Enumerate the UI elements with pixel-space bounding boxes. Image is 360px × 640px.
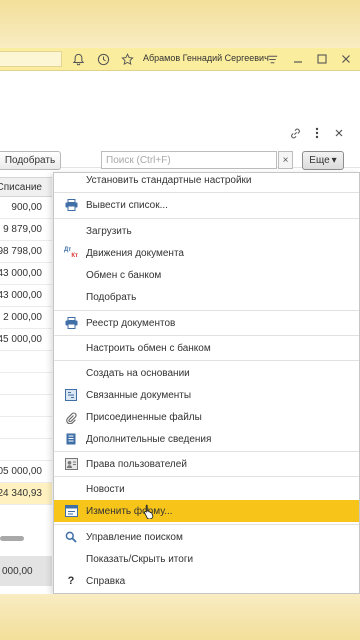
menu-item-help[interactable]: ? Справка — [54, 570, 359, 592]
table-row[interactable] — [0, 351, 52, 373]
search-clear-button[interactable]: × — [278, 151, 293, 169]
menu-separator — [54, 335, 359, 336]
menu-item-bank-exchange[interactable]: Обмен с банком — [54, 264, 359, 286]
title-bar: Абрамов Геннадий Сергеевич — [0, 48, 360, 71]
menu-item-document-registry[interactable]: Реестр документов — [54, 312, 359, 334]
menu-separator — [54, 192, 359, 193]
table-row[interactable]: 43 000,00 — [0, 263, 52, 285]
menu-item-change-form[interactable]: Изменить форму... — [54, 500, 359, 522]
link-icon[interactable] — [286, 124, 304, 142]
menu-lines-icon[interactable] — [264, 51, 280, 67]
table-row[interactable]: 05 000,00 — [0, 461, 52, 483]
user-rights-icon — [64, 457, 78, 471]
table-row[interactable]: 98 798,00 — [0, 241, 52, 263]
menu-item-label: Создать на основании — [86, 367, 190, 379]
background-top — [0, 0, 360, 48]
menu-item-label: Подобрать — [86, 291, 137, 303]
menu-item-pick[interactable]: Подобрать — [54, 286, 359, 308]
menu-item-related-documents[interactable]: Связанные документы — [54, 384, 359, 406]
menu-item-toggle-totals[interactable]: Показать/Скрыть итоги — [54, 548, 359, 570]
menu-separator — [54, 476, 359, 477]
menu-item-setup-bank-exchange[interactable]: Настроить обмен с банком — [54, 337, 359, 359]
menu-item-label: Изменить форму... — [86, 505, 173, 517]
search-icon — [64, 530, 78, 544]
mouse-pointer-icon — [143, 504, 154, 522]
star-icon[interactable] — [119, 51, 135, 67]
table-row[interactable] — [0, 439, 52, 461]
form-close-icon[interactable] — [330, 124, 348, 142]
column-header-writeoff[interactable]: Списание — [0, 177, 52, 197]
menu-item-user-rights[interactable]: Права пользователей — [54, 453, 359, 475]
history-icon[interactable] — [95, 51, 111, 67]
related-documents-icon — [64, 388, 78, 402]
horizontal-scrollbar[interactable] — [0, 536, 24, 541]
table-total: 000,00 — [0, 556, 52, 586]
menu-item-label: Управление поиском — [86, 531, 183, 543]
menu-item-create-based-on[interactable]: Создать на основании — [54, 362, 359, 384]
app-window: Абрамов Геннадий Сергеевич Подобрать × Е… — [0, 48, 360, 594]
printer-icon — [64, 198, 78, 212]
global-search-field[interactable] — [0, 51, 62, 67]
menu-item-label: Вывести список... — [86, 199, 168, 211]
menu-item-label: Установить стандартные настройки — [86, 174, 252, 186]
menu-item-label: Настроить обмен с банком — [86, 342, 211, 354]
more-button[interactable]: Еще ▾ — [302, 151, 344, 170]
menu-item-label: Движения документа — [86, 247, 184, 259]
menu-item-label: Показать/Скрыть итоги — [86, 553, 194, 565]
table-row[interactable]: 45 000,00 — [0, 329, 52, 351]
paperclip-icon — [64, 410, 78, 424]
menu-item-output-list[interactable]: Вывести список... — [54, 194, 359, 216]
menu-item-set-default-settings[interactable]: Установить стандартные настройки — [54, 173, 359, 191]
maximize-icon[interactable] — [314, 51, 330, 67]
chevron-down-icon: ▾ — [331, 155, 337, 166]
menu-item-label: Дополнительные сведения — [86, 433, 212, 445]
menu-item-label: Присоединенные файлы — [86, 411, 202, 423]
bell-icon[interactable] — [70, 51, 86, 67]
user-name[interactable]: Абрамов Геннадий Сергеевич — [143, 53, 269, 63]
menu-separator — [54, 310, 359, 311]
menu-item-label: Связанные документы — [86, 389, 192, 401]
pick-button[interactable]: Подобрать — [0, 151, 61, 170]
info-list-icon — [64, 432, 78, 446]
table-row[interactable]: 900,00 — [0, 197, 52, 219]
more-actions-menu: Установить стандартные настройки Вывести… — [53, 172, 360, 594]
debit-label: Дт — [64, 247, 72, 253]
minimize-icon[interactable] — [290, 51, 306, 67]
menu-item-news[interactable]: Новости — [54, 478, 359, 500]
printer-icon — [64, 316, 78, 330]
menu-separator — [54, 218, 359, 219]
search-input[interactable] — [101, 151, 277, 169]
table-row[interactable] — [0, 417, 52, 439]
credit-label: Кт — [71, 253, 78, 259]
menu-item-label: Реестр документов — [86, 317, 176, 329]
menu-item-label: Обмен с банком — [86, 269, 162, 281]
menu-item-label: Новости — [86, 483, 125, 495]
table-row[interactable]: 43 000,00 — [0, 285, 52, 307]
help-icon: ? — [67, 575, 75, 587]
menu-item-document-movements[interactable]: Дт Кт Движения документа — [54, 242, 359, 264]
more-button-label: Еще — [309, 155, 330, 166]
menu-item-attached-files[interactable]: Присоединенные файлы — [54, 406, 359, 428]
table-row[interactable]: 9 879,00 — [0, 219, 52, 241]
menu-item-search-management[interactable]: Управление поиском — [54, 526, 359, 548]
form-settings-icon — [64, 504, 78, 518]
menu-separator — [54, 360, 359, 361]
close-icon[interactable] — [338, 51, 354, 67]
menu-separator — [54, 451, 359, 452]
menu-item-label: Справка — [86, 575, 126, 587]
menu-item-additional-info[interactable]: Дополнительные сведения — [54, 428, 359, 450]
more-vertical-icon[interactable] — [308, 124, 326, 142]
background-bottom — [0, 594, 360, 640]
table-row[interactable] — [0, 395, 52, 417]
menu-separator — [54, 524, 359, 525]
menu-item-label: Права пользователей — [86, 458, 187, 470]
menu-item-label: Загрузить — [86, 225, 132, 237]
documents-table: Списание 900,00 9 879,00 98 798,00 43 00… — [0, 177, 52, 505]
debit-credit-icon: Дт Кт — [64, 246, 78, 260]
table-row-selected[interactable]: 24 340,93 — [0, 483, 52, 505]
table-row[interactable] — [0, 373, 52, 395]
table-row[interactable]: 2 000,00 — [0, 307, 52, 329]
menu-item-load[interactable]: Загрузить — [54, 220, 359, 242]
